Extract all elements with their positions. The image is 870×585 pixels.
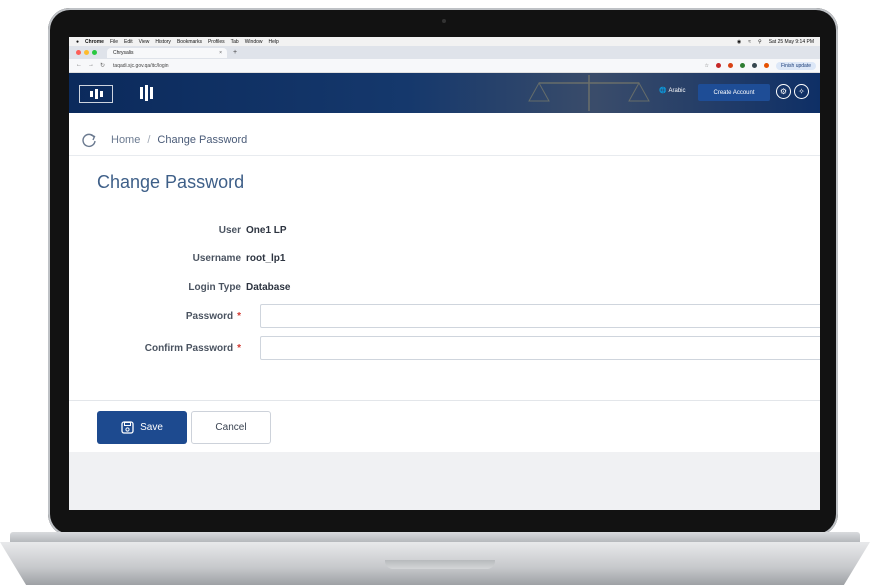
extension-icon[interactable] [751,63,757,68]
page-title: Change Password [97,172,245,192]
accessibility-icon[interactable]: ✧ [794,84,809,99]
confirm-password-field[interactable] [260,336,820,360]
menu-bookmarks[interactable]: Bookmarks [177,39,202,45]
mac-menubar: ● Chrome File Edit View History Bookmark… [69,37,820,46]
maximize-window-icon[interactable] [92,50,97,55]
logo-mark [149,87,153,99]
confirm-password-label-text: Confirm Password [144,342,234,354]
extension-icon[interactable] [715,63,721,68]
required-mark: * [237,342,241,354]
council-logo[interactable] [121,85,171,101]
bookmark-star-icon[interactable]: ☆ [704,63,708,69]
globe-icon: 🌐 [659,88,667,94]
create-account-button[interactable]: Create Account [698,84,770,101]
camera [442,19,446,23]
taqadi-logo[interactable] [79,85,113,103]
url-field[interactable]: taqadi.sjc.gov.qa/itc/login [113,63,169,69]
logo-mark [89,91,93,97]
tab-close-icon[interactable]: × [219,50,222,56]
divider [69,400,820,401]
address-bar: ← → ↻ taqadi.sjc.gov.qa/itc/login ☆ Fini… [69,59,820,73]
menu-tab[interactable]: Tab [231,39,239,45]
logo-mark [144,85,148,101]
menu-view[interactable]: View [139,39,150,45]
confirm-password-label: Confirm Password * [145,343,241,354]
reload-icon[interactable]: ↻ [100,62,105,69]
close-window-icon[interactable] [76,50,81,55]
language-label: Arabic [668,87,686,94]
laptop-notch [385,560,495,569]
username-value: root_lp1 [246,252,286,264]
menu-history[interactable]: History [155,39,171,45]
language-switch[interactable]: 🌐 Arabic [659,87,686,95]
menu-file[interactable]: File [110,39,118,45]
tab-title: Chrysalis [113,49,134,56]
save-icon [121,421,134,434]
new-tab-button[interactable]: + [233,49,237,56]
username-label: Username [192,252,241,264]
breadcrumb-home[interactable]: Home [111,134,140,146]
forward-icon[interactable]: → [88,62,94,69]
user-value: One1 LP [246,224,287,236]
refresh-icon[interactable] [81,132,97,148]
breadcrumb-current: Change Password [157,134,248,146]
cancel-button[interactable]: Cancel [191,411,271,444]
menu-edit[interactable]: Edit [124,39,133,45]
login-type-row: Login Type Database [69,275,820,299]
password-row: Password * [69,304,820,328]
breadcrumb-separator: / [147,134,151,146]
password-field[interactable] [260,304,820,328]
back-icon[interactable]: ← [76,62,82,69]
logo-mark [99,91,103,97]
scales-of-justice-icon [528,75,650,111]
screen: ● Chrome File Edit View History Bookmark… [69,37,820,510]
extension-icon[interactable] [739,63,745,68]
apple-icon[interactable]: ● [76,39,79,45]
logo-mark [94,89,98,99]
required-mark: * [237,310,241,322]
finish-update-button[interactable]: Finish update [775,61,816,70]
login-type-label: Login Type [188,281,241,293]
clock[interactable]: Sat 25 May 9:14 PM [769,39,814,45]
menu-window[interactable]: Window [245,39,263,45]
breadcrumb: Home / Change Password [69,125,820,156]
save-button[interactable]: Save [97,411,187,444]
site-header: 🌐 Arabic Create Account ⚙ ✧ [69,73,820,113]
password-label-text: Password [185,310,234,322]
menu-app[interactable]: Chrome [85,39,104,45]
browser-tab[interactable]: Chrysalis × [107,47,227,58]
extension-icon[interactable] [727,63,733,68]
profile-avatar[interactable] [763,63,769,68]
browser-tabbar: Chrysalis × + [69,46,820,59]
password-label: Password * [186,311,241,322]
user-row: User One1 LP [69,218,820,242]
page-footer [69,452,820,510]
confirm-password-row: Confirm Password * [69,336,820,360]
minimize-window-icon[interactable] [84,50,89,55]
logo-mark [139,87,143,99]
settings-icon[interactable]: ⚙ [776,84,791,99]
menu-help[interactable]: Help [269,39,279,45]
status-icon[interactable]: ◉ [737,39,741,45]
save-button-label: Save [140,422,163,433]
user-label: User [218,224,241,236]
search-icon[interactable]: ⚲ [758,39,762,45]
login-type-value: Database [246,281,291,293]
wifi-icon[interactable]: ≈ [748,39,751,45]
username-row: Username root_lp1 [69,246,820,270]
menu-profiles[interactable]: Profiles [208,39,225,45]
